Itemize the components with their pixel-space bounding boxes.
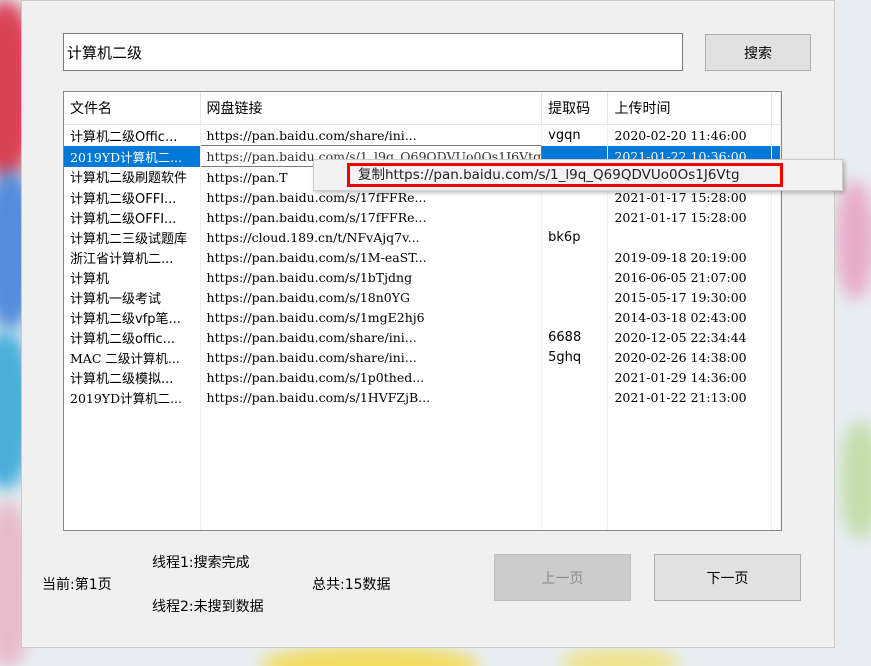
row-link: https://pan.baidu.com/s/1p0thed... [200, 367, 543, 387]
row-spacer [771, 347, 781, 367]
row-filename: 计算机一级考试 [64, 287, 201, 307]
row-spacer [771, 307, 781, 327]
row-extract-code: 6688 [541, 327, 609, 347]
row-filename: 浙江省计算机二... [64, 247, 201, 267]
filler-cell [541, 407, 609, 530]
row-upload-time: 2021-01-29 14:36:00 [607, 367, 772, 387]
prev-page-button[interactable]: 上一页 [494, 554, 631, 601]
row-upload-time: 2020-02-26 14:38:00 [607, 347, 772, 367]
row-spacer [771, 267, 781, 287]
row-spacer [771, 247, 781, 267]
row-spacer [771, 124, 781, 146]
row-extract-code [541, 287, 609, 307]
row-extract-code: 5ghq [541, 347, 609, 367]
row-filename: 2019YD计算机二... [64, 387, 201, 407]
table-row[interactable]: 浙江省计算机二... https://pan.baidu.com/s/1M-eaS… [64, 247, 781, 267]
table-row[interactable]: 计算机二三级试题库 https://cloud.189.cn/t/NFvAjq7v… [64, 227, 781, 247]
table-row[interactable]: 计算机二级OFFI... https://pan.baidu.com/s/17fF… [64, 207, 781, 227]
table-filler [64, 407, 781, 530]
row-filename: 计算机二三级试题库 [64, 227, 201, 247]
row-filename: 计算机二级Offic... [64, 124, 201, 146]
search-input[interactable] [63, 33, 683, 71]
table-row[interactable]: 计算机二级offic... https://pan.baidu.com/share… [64, 327, 781, 347]
row-spacer [771, 327, 781, 347]
row-link: https://pan.baidu.com/share/ini... [200, 124, 543, 146]
total-count-label: 总共:15数据 [312, 577, 391, 593]
next-page-button[interactable]: 下一页 [654, 554, 801, 601]
row-filename: 计算机二级vfp笔... [64, 307, 201, 327]
row-spacer [771, 227, 781, 247]
table-row[interactable]: 计算机 https://pan.baidu.com/s/1bTjdng 2016-0… [64, 267, 781, 287]
row-upload-time: 2021-01-17 15:28:00 [607, 207, 772, 227]
row-spacer [771, 387, 781, 407]
row-filename: 计算机二级OFFI... [64, 187, 201, 207]
column-header-link[interactable]: 网盘链接 [200, 92, 543, 125]
row-filename: MAC 二级计算机... [64, 347, 201, 367]
row-link: https://pan.baidu.com/s/1HVFZjB... [200, 387, 543, 407]
row-extract-code [541, 247, 609, 267]
table-row[interactable]: 计算机二级Offic... https://pan.baidu.com/share… [64, 124, 781, 146]
table-row[interactable]: 计算机二级模拟... https://pan.baidu.com/s/1p0the… [64, 367, 781, 387]
row-extract-code [541, 267, 609, 287]
table-row[interactable]: MAC 二级计算机... https://pan.baidu.com/share/… [64, 347, 781, 367]
row-upload-time: 2020-02-20 11:46:00 [607, 124, 772, 146]
row-upload-time: 2015-05-17 19:30:00 [607, 287, 772, 307]
main-window: 搜索 文件名 网盘链接 提取码 上传时间 计算机二级Offic...https:… [21, 0, 835, 648]
results-list[interactable]: 文件名 网盘链接 提取码 上传时间 计算机二级Offic... https://p… [63, 91, 782, 531]
row-link: https://pan.baidu.com/s/18n0YG [200, 287, 543, 307]
row-link: https://pan.baidu.com/s/1mgE2hj6 [200, 307, 543, 327]
table-row[interactable]: 计算机二级vfp笔... https://pan.baidu.com/s/1mgE… [64, 307, 781, 327]
search-button[interactable]: 搜索 [705, 34, 811, 71]
row-upload-time: 2020-12-05 22:34:44 [607, 327, 772, 347]
results-table: 文件名 网盘链接 提取码 上传时间 计算机二级Offic... https://p… [64, 92, 781, 530]
row-link: https://pan.baidu.com/s/1bTjdng [200, 267, 543, 287]
row-extract-code [541, 367, 609, 387]
row-link: https://pan.baidu.com/share/ini... [200, 347, 543, 367]
row-filename: 计算机二级模拟... [64, 367, 201, 387]
context-menu: 复制https://pan.baidu.com/s/1_l9q_Q69QDVUo… [313, 159, 843, 191]
row-filename: 计算机 [64, 267, 201, 287]
filler-cell [64, 407, 201, 530]
filler-cell [771, 407, 781, 530]
row-spacer [771, 287, 781, 307]
column-header-spacer [771, 92, 781, 125]
row-link: https://cloud.189.cn/t/NFvAjq7v... [200, 227, 543, 247]
row-link: https://pan.baidu.com/share/ini... [200, 327, 543, 347]
column-header-upload-time[interactable]: 上传时间 [607, 92, 772, 125]
table-row[interactable]: 2019YD计算机二... https://pan.baidu.com/s/1HV… [64, 387, 781, 407]
row-extract-code [541, 207, 609, 227]
column-header-filename[interactable]: 文件名 [64, 92, 201, 125]
row-upload-time: 2014-03-18 02:43:00 [607, 307, 772, 327]
context-menu-copy-item[interactable]: 复制https://pan.baidu.com/s/1_l9q_Q69QDVUo… [347, 163, 783, 187]
row-extract-code [541, 307, 609, 327]
thread2-status: 线程2:未搜到数据 [152, 599, 264, 615]
row-filename: 2019YD计算机二... [64, 145, 201, 167]
row-upload-time: 2021-01-22 21:13:00 [607, 387, 772, 407]
table-header: 文件名 网盘链接 提取码 上传时间 [64, 92, 781, 125]
row-filename: 计算机二级OFFI... [64, 207, 201, 227]
row-upload-time: 2016-06-05 21:07:00 [607, 267, 772, 287]
column-header-code[interactable]: 提取码 [541, 92, 609, 125]
row-extract-code [541, 387, 609, 407]
row-link: https://pan.baidu.com/s/1M-eaST... [200, 247, 543, 267]
filler-cell [607, 407, 772, 530]
row-spacer [771, 207, 781, 227]
current-page-label: 当前:第1页 [42, 577, 112, 593]
row-filename: 计算机二级offic... [64, 327, 201, 347]
row-spacer [771, 367, 781, 387]
row-link: https://pan.baidu.com/s/17fFFRe... [200, 207, 543, 227]
row-upload-time [607, 227, 772, 247]
row-extract-code: bk6p [541, 227, 609, 247]
row-upload-time: 2019-09-18 20:19:00 [607, 247, 772, 267]
row-extract-code: vgqn [541, 124, 609, 146]
table-row[interactable]: 计算机一级考试 https://pan.baidu.com/s/18n0YG 201… [64, 287, 781, 307]
filler-cell [200, 407, 543, 530]
row-filename: 计算机二级刷题软件 [64, 166, 201, 187]
thread1-status: 线程1:搜索完成 [152, 555, 250, 571]
